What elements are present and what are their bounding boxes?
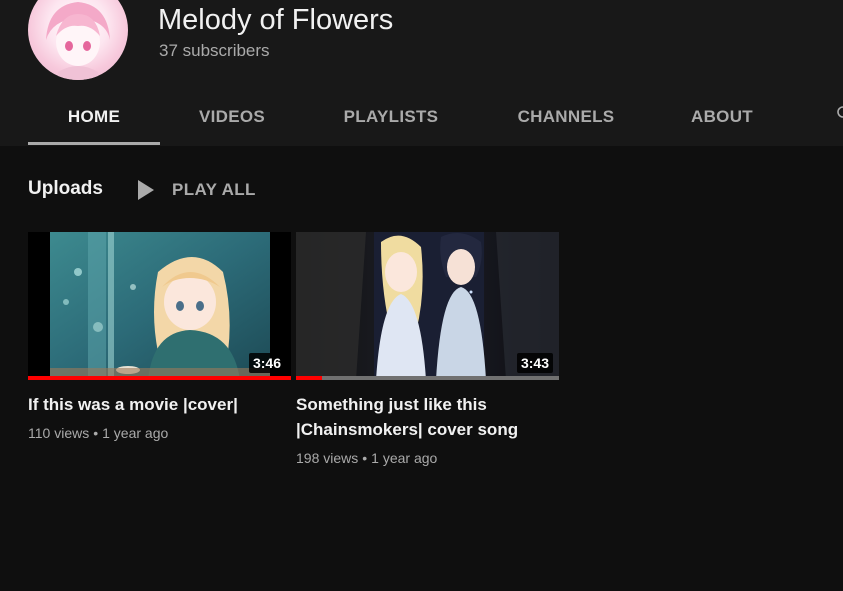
search-icon[interactable]: [836, 105, 843, 119]
active-tab-indicator: [28, 142, 160, 145]
tab-playlists[interactable]: PLAYLISTS: [326, 88, 456, 146]
play-icon: [138, 180, 154, 200]
video-title[interactable]: Something just like this |Chainsmokers| …: [296, 392, 551, 442]
avatar-artwork: [46, 2, 110, 80]
tab-home[interactable]: HOME: [28, 88, 160, 146]
channel-name: Melody of Flowers: [158, 4, 394, 36]
channel-page: Melody of Flowers 37 subscribers HOME VI…: [0, 0, 843, 591]
upload-age: 1 year ago: [371, 450, 438, 466]
view-count: 198 views: [296, 450, 359, 466]
channel-header: Melody of Flowers 37 subscribers HOME VI…: [0, 0, 843, 146]
video-title[interactable]: If this was a movie |cover|: [28, 392, 283, 417]
video-duration: 3:46: [248, 353, 285, 373]
watch-progress-bar: [28, 376, 291, 380]
channel-avatar[interactable]: [28, 0, 128, 80]
play-all-label: PLAY ALL: [172, 180, 256, 199]
section-title: Uploads: [28, 178, 103, 199]
watch-progress-fill: [296, 376, 323, 380]
video-metadata: 110 views • 1 year ago: [28, 425, 291, 441]
watch-progress-bar: [296, 376, 559, 380]
video-thumbnail[interactable]: 3:43: [296, 232, 559, 380]
upload-age: 1 year ago: [102, 425, 169, 441]
video-card[interactable]: 3:46 If this was a movie |cover| 110 vie…: [28, 232, 291, 441]
tab-channels[interactable]: CHANNELS: [500, 88, 632, 146]
subscriber-count: 37 subscribers: [159, 41, 270, 60]
view-count: 110 views: [28, 425, 90, 441]
video-thumbnail[interactable]: 3:46: [28, 232, 291, 380]
video-card[interactable]: 3:43 Something just like this |Chainsmok…: [296, 232, 559, 466]
meta-separator: •: [93, 425, 99, 441]
tab-videos[interactable]: VIDEOS: [172, 88, 292, 146]
video-duration: 3:43: [516, 353, 553, 373]
channel-tabs: HOME VIDEOS PLAYLISTS CHANNELS ABOUT: [0, 88, 843, 146]
video-metadata: 198 views • 1 year ago: [296, 450, 559, 466]
meta-separator: •: [362, 450, 368, 466]
watch-progress-fill: [28, 376, 291, 380]
tab-about[interactable]: ABOUT: [672, 88, 772, 146]
